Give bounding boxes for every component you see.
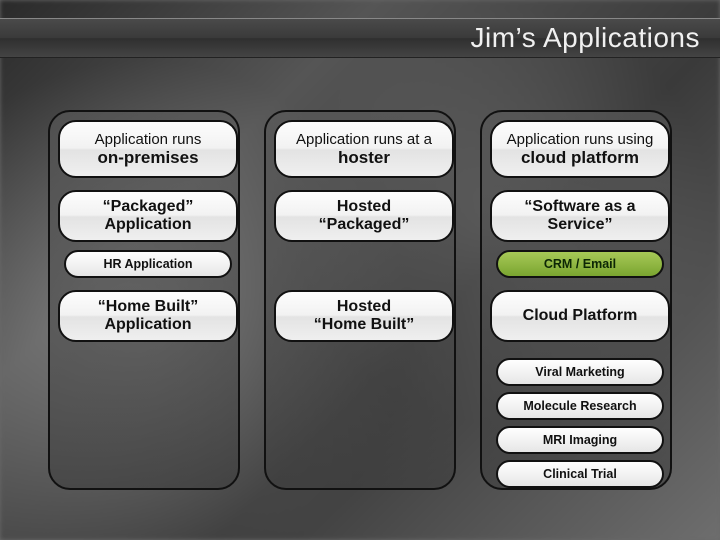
column-hoster: Application runs at a hoster Hosted “Pac…	[264, 90, 456, 530]
cell-hosted-home-built-l2: “Home Built”	[286, 316, 442, 334]
cell-home-built-application-l1: “Home Built”	[70, 298, 226, 316]
cell-cloud-platform-l1: Cloud Platform	[502, 307, 658, 325]
cell-home-built-application: “Home Built” Application	[58, 290, 238, 342]
pill-molecule-research: Molecule Research	[496, 392, 664, 420]
header-cloud-line2: cloud platform	[502, 148, 658, 168]
column-on-premises: Application runs on-premises “Packaged” …	[48, 90, 240, 530]
cell-saas-l1: “Software as a	[502, 198, 658, 216]
header-on-premises: Application runs on-premises	[58, 120, 238, 178]
cell-packaged-application-l2: Application	[70, 216, 226, 234]
header-on-premises-line1: Application runs	[70, 131, 226, 148]
header-cloud: Application runs using cloud platform	[490, 120, 670, 178]
pill-hr-application: HR Application	[64, 250, 232, 278]
header-hoster-line2: hoster	[286, 148, 442, 168]
cell-saas-l2: Service”	[502, 216, 658, 234]
cell-hosted-packaged: Hosted “Packaged”	[274, 190, 454, 242]
cell-packaged-application-l1: “Packaged”	[70, 198, 226, 216]
header-cloud-line1: Application runs using	[502, 131, 658, 148]
cell-hosted-packaged-l2: “Packaged”	[286, 216, 442, 234]
cell-hosted-packaged-l1: Hosted	[286, 198, 442, 216]
cell-hosted-home-built-l1: Hosted	[286, 298, 442, 316]
column-cloud: Application runs using cloud platform “S…	[480, 90, 672, 530]
cell-packaged-application: “Packaged” Application	[58, 190, 238, 242]
pill-crm-email: CRM / Email	[496, 250, 664, 278]
cell-saas: “Software as a Service”	[490, 190, 670, 242]
cell-home-built-application-l2: Application	[70, 316, 226, 334]
header-on-premises-line2: on-premises	[70, 148, 226, 168]
pill-viral-marketing: Viral Marketing	[496, 358, 664, 386]
cell-cloud-platform: Cloud Platform	[490, 290, 670, 342]
diagram-stage: Application runs on-premises “Packaged” …	[0, 90, 720, 530]
header-hoster-line1: Application runs at a	[286, 131, 442, 148]
pill-mri-imaging: MRI Imaging	[496, 426, 664, 454]
cell-hosted-home-built: Hosted “Home Built”	[274, 290, 454, 342]
header-hoster: Application runs at a hoster	[274, 120, 454, 178]
slide-title: Jim’s Applications	[471, 22, 700, 54]
title-bar: Jim’s Applications	[0, 18, 720, 58]
pill-clinical-trial: Clinical Trial	[496, 460, 664, 488]
